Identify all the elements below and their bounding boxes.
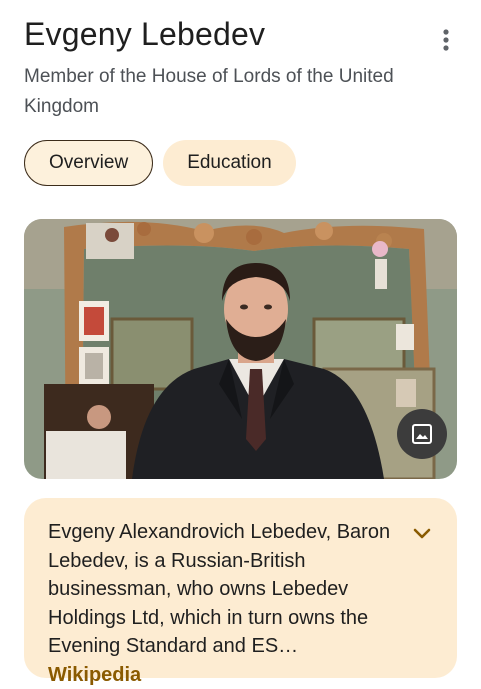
image-icon [412, 424, 432, 444]
expand-description-button[interactable] [407, 522, 437, 546]
description-card: Evgeny Alexandrovich Lebedev, Baron Lebe… [24, 498, 457, 686]
photo-scene [24, 219, 457, 479]
tab-education[interactable]: Education [163, 140, 296, 186]
chevron-down-icon [413, 528, 431, 539]
profile-photo[interactable] [24, 219, 457, 479]
description-text: Evgeny Alexandrovich Lebedev, Baron Lebe… [48, 518, 391, 689]
more-options-button[interactable] [430, 24, 462, 56]
description-body: Evgeny Alexandrovich Lebedev, Baron Lebe… [48, 521, 391, 657]
page-subtitle: Member of the House of Lords of the Unit… [24, 66, 394, 117]
more-vert-icon [443, 29, 449, 51]
page-title: Evgeny Lebedev [24, 16, 266, 52]
tab-overview[interactable]: Overview [24, 140, 154, 186]
view-images-button[interactable] [397, 409, 447, 459]
wikipedia-link[interactable]: Wikipedia [48, 664, 141, 686]
tab-bar: Overview Education [24, 140, 296, 186]
